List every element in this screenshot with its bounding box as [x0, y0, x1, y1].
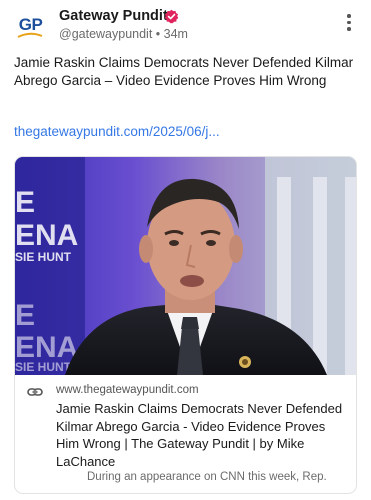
card-meta: www.thegatewaypundit.com Jamie Raskin Cl… [15, 375, 356, 493]
card-description: During an appearance on CNN this week, R… [87, 471, 327, 483]
post-link[interactable]: thegatewaypundit.com/2025/06/j... [14, 124, 220, 139]
link-preview-card[interactable]: E ENA SIE HUNT E ENA SIE HUNT www.thegat… [14, 156, 357, 494]
avatar-swoosh-icon [17, 32, 43, 38]
avatar[interactable]: GP [14, 8, 47, 41]
verified-badge-icon [164, 9, 179, 24]
svg-text:SIE HUNT: SIE HUNT [15, 360, 72, 374]
author-name[interactable]: Gateway Pundit [59, 8, 168, 24]
card-domain: www.thegatewaypundit.com [56, 384, 199, 396]
post-time: 34m [163, 27, 188, 41]
svg-text:E: E [15, 186, 35, 219]
svg-text:SIE HUNT: SIE HUNT [15, 250, 72, 264]
news-photo: E ENA SIE HUNT E ENA SIE HUNT [15, 157, 356, 375]
more-options-icon[interactable] [347, 14, 351, 32]
post-header: GP Gateway Pundit @gatewaypundit • 34m [14, 8, 357, 44]
handle-row: @gatewaypundit • 34m [59, 27, 188, 41]
card-image[interactable]: E ENA SIE HUNT E ENA SIE HUNT [15, 157, 356, 375]
card-title[interactable]: Jamie Raskin Claims Democrats Never Defe… [56, 400, 346, 470]
svg-text:ENA: ENA [15, 219, 78, 252]
post-text: Jamie Raskin Claims Democrats Never Defe… [14, 55, 354, 88]
svg-text:E: E [15, 299, 35, 332]
link-chain-icon [27, 388, 43, 396]
author-handle[interactable]: @gatewaypundit [59, 27, 152, 41]
separator-dot: • [155, 27, 164, 41]
